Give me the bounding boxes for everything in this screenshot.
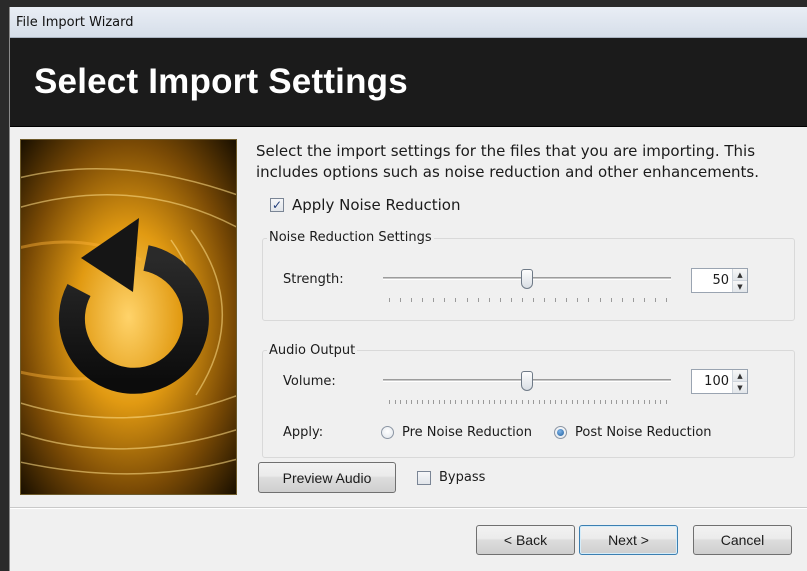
strength-slider-thumb[interactable]: [521, 269, 533, 289]
radio-button-selected[interactable]: [554, 426, 567, 439]
description-text: Select the import settings for the files…: [256, 142, 760, 181]
checkbox-box[interactable]: ✓: [270, 198, 284, 212]
apply-noise-reduction-checkbox[interactable]: ✓ Apply Noise Reduction: [270, 196, 460, 214]
wizard-window: File Import Wizard Select Import Setting…: [9, 7, 807, 571]
strength-slider-ticks: [389, 298, 667, 302]
pre-noise-reduction-radio[interactable]: Pre Noise Reduction: [381, 425, 532, 440]
post-noise-reduction-radio[interactable]: Post Noise Reduction: [554, 425, 712, 440]
preview-audio-button[interactable]: Preview Audio: [258, 462, 396, 493]
checkbox-box[interactable]: [417, 470, 431, 485]
noise-reduction-group-title: Noise Reduction Settings: [267, 230, 434, 245]
apply-noise-reduction-label: Apply Noise Reduction: [292, 196, 461, 214]
footer-separator: [10, 507, 807, 509]
strength-label: Strength:: [283, 272, 344, 287]
pre-noise-reduction-label: Pre Noise Reduction: [402, 425, 532, 440]
volume-slider-ticks: [389, 400, 667, 404]
refresh-arrow-icon: [21, 140, 236, 494]
triangle-down-icon[interactable]: ▼: [733, 381, 747, 393]
check-icon: ✓: [271, 198, 283, 212]
title-bar[interactable]: File Import Wizard: [10, 7, 807, 38]
apply-label: Apply:: [283, 425, 324, 440]
radio-button[interactable]: [381, 426, 394, 439]
audio-output-group-title: Audio Output: [267, 343, 358, 358]
cancel-button[interactable]: Cancel: [693, 525, 792, 555]
bypass-checkbox[interactable]: Bypass: [417, 470, 485, 485]
wizard-artwork: [20, 139, 237, 495]
volume-slider-thumb[interactable]: [521, 371, 533, 391]
radio-dot-icon: [557, 429, 564, 436]
strength-spinbox[interactable]: 50 ▲ ▼: [691, 268, 748, 293]
triangle-up-icon[interactable]: ▲: [733, 269, 747, 280]
bypass-label: Bypass: [439, 470, 486, 485]
volume-spin-buttons: ▲ ▼: [732, 370, 747, 393]
page-title: Select Import Settings: [34, 62, 408, 101]
post-noise-reduction-label: Post Noise Reduction: [575, 425, 712, 440]
strength-value[interactable]: 50: [692, 269, 732, 292]
window-title: File Import Wizard: [16, 14, 134, 30]
volume-label: Volume:: [283, 374, 336, 389]
back-button[interactable]: < Back: [476, 525, 575, 555]
header-banner: Select Import Settings: [10, 38, 807, 127]
strength-spin-buttons: ▲ ▼: [732, 269, 747, 292]
volume-value[interactable]: 100: [692, 370, 732, 393]
triangle-down-icon[interactable]: ▼: [733, 280, 747, 292]
volume-spinbox[interactable]: 100 ▲ ▼: [691, 369, 748, 394]
audio-output-group: [262, 350, 795, 458]
next-button[interactable]: Next >: [579, 525, 678, 555]
triangle-up-icon[interactable]: ▲: [733, 370, 747, 381]
